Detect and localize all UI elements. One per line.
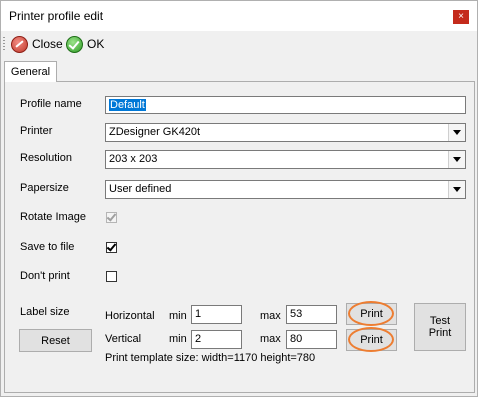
rotate-image-label: Rotate Image — [20, 211, 87, 223]
title-bar: Printer profile edit × — [1, 1, 477, 31]
chevron-down-icon[interactable] — [448, 151, 465, 168]
test-print-button[interactable]: Test Print — [414, 303, 466, 351]
toolbar-grip-icon — [3, 37, 5, 51]
papersize-select[interactable]: User defined — [105, 180, 466, 199]
profile-name-input[interactable]: Default — [105, 96, 466, 114]
profile-name-value: Default — [109, 99, 146, 111]
close-button-label: Close — [32, 37, 63, 51]
dont-print-checkbox[interactable] — [106, 271, 117, 282]
horizontal-label: Horizontal — [105, 310, 155, 322]
printer-label: Printer — [20, 125, 53, 137]
printer-value: ZDesigner GK420t — [109, 126, 201, 138]
horizontal-max-label: max — [260, 310, 281, 322]
vertical-min-input[interactable]: 2 — [191, 330, 242, 349]
vertical-print-button[interactable]: Print — [346, 329, 397, 351]
rotate-image-checkbox — [106, 211, 117, 223]
horizontal-min-label: min — [169, 310, 187, 322]
resolution-select[interactable]: 203 x 203 — [105, 150, 466, 169]
tab-general[interactable]: General — [4, 61, 57, 82]
close-circle-icon — [11, 35, 28, 53]
label-size-label: Label size — [20, 306, 70, 318]
template-size-text: Print template size: width=1170 height=7… — [105, 352, 316, 364]
save-to-file-checkbox[interactable] — [106, 241, 117, 253]
horizontal-print-button[interactable]: Print — [346, 303, 397, 325]
reset-button[interactable]: Reset — [19, 329, 92, 352]
resolution-label: Resolution — [20, 152, 72, 164]
vertical-label: Vertical — [105, 333, 142, 345]
horizontal-max-input[interactable]: 53 — [286, 305, 337, 324]
ok-button[interactable]: OK — [66, 35, 104, 53]
ok-check-icon — [66, 35, 83, 53]
window-close-icon[interactable]: × — [453, 10, 469, 24]
vertical-min-label: min — [169, 333, 187, 345]
toolbar: Close OK — [1, 31, 477, 57]
papersize-label: Papersize — [20, 182, 69, 194]
printer-select[interactable]: ZDesigner GK420t — [105, 123, 466, 142]
window-title: Printer profile edit — [9, 9, 104, 23]
chevron-down-icon[interactable] — [448, 181, 465, 198]
vertical-max-input[interactable]: 80 — [286, 330, 337, 349]
save-to-file-label: Save to file — [20, 241, 75, 253]
ok-button-label: OK — [87, 37, 105, 51]
dont-print-label: Don't print — [20, 270, 70, 282]
checkmark-icon — [106, 211, 117, 222]
vertical-max-label: max — [260, 333, 281, 345]
close-button[interactable]: Close — [11, 35, 63, 53]
papersize-value: User defined — [109, 183, 172, 195]
resolution-value: 203 x 203 — [109, 153, 158, 165]
chevron-down-icon[interactable] — [448, 124, 465, 141]
horizontal-min-input[interactable]: 1 — [191, 305, 242, 324]
printer-profile-window: Printer profile edit × Close OK General … — [0, 0, 478, 397]
checkmark-icon — [106, 241, 117, 252]
profile-name-label: Profile name — [20, 98, 82, 110]
